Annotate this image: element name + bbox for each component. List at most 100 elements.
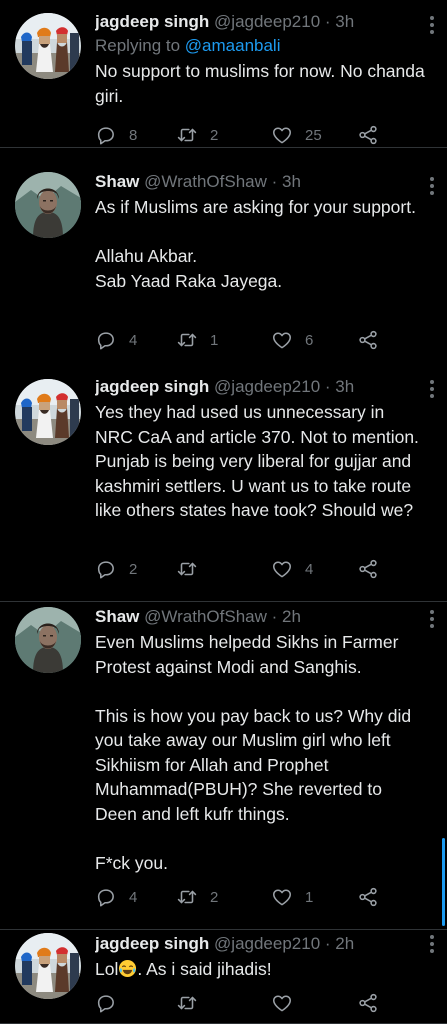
share-icon [359,559,377,579]
author-name[interactable]: jagdeep singh [95,377,209,396]
reply-button[interactable]: 4 [95,883,137,911]
tweet-actions: 4 2 1 [95,883,395,911]
separator: · [266,607,283,626]
tweet-text: As if Muslims are asking for your suppor… [95,197,416,291]
share-icon [359,125,377,145]
like-button[interactable]: 1 [271,883,313,911]
tweet-1[interactable]: jagdeep singh @jagdeep210 · 3h Replying … [0,0,447,148]
share-button[interactable] [357,555,379,583]
avatar-jagdeep[interactable] [15,933,81,999]
reply-button[interactable]: 2 [95,555,137,583]
author-name[interactable]: Shaw [95,172,139,191]
more-options-button[interactable] [425,14,439,36]
tweet-4[interactable]: Shaw @WrathOfShaw · 2h Even Muslims help… [0,602,447,930]
timestamp[interactable]: 3h [335,12,354,31]
retweet-icon [177,890,197,904]
reply-icon [97,561,114,579]
reply-icon [97,889,114,907]
author-handle[interactable]: @WrathOfShaw [144,607,267,626]
author-handle[interactable]: @jagdeep210 [214,377,320,396]
tweet-thread: jagdeep singh @jagdeep210 · 3h Replying … [0,0,447,1024]
avatar-jagdeep[interactable] [15,379,81,445]
face-with-tears-of-joy-emoji [119,959,137,978]
avatar-shaw[interactable] [15,607,81,673]
author-name[interactable]: jagdeep singh [95,934,209,953]
heart-icon [273,995,291,1012]
like-count: 6 [305,331,314,349]
separator: · [320,12,336,31]
heart-icon [273,889,291,906]
separator: · [320,934,336,953]
reply-button[interactable] [95,989,117,1017]
avatar-jagdeep[interactable] [15,13,81,79]
heart-icon [273,332,291,349]
share-icon [359,330,377,350]
reply-button[interactable]: 4 [95,326,137,354]
tweet-2[interactable]: Shaw @WrathOfShaw · 3h As if Muslims are… [0,161,447,369]
tweet-header: jagdeep singh @jagdeep210 · 2h [95,933,427,955]
more-vertical-icon [430,380,434,398]
heart-icon [273,127,291,144]
retweet-icon [177,996,197,1010]
tweet-text: No support to muslims for now. No chanda… [95,61,425,106]
share-icon [359,993,377,1013]
share-button[interactable] [357,326,379,354]
reply-count: 4 [129,331,138,349]
tweet-actions: 2 4 [95,555,395,583]
retweet-button[interactable] [176,555,210,583]
like-button[interactable]: 25 [271,121,322,149]
retweet-button[interactable]: 2 [176,883,218,911]
tweet-text-start: Lol [95,959,119,979]
scrollbar-thumb[interactable] [442,838,445,926]
avatar-shaw[interactable] [15,172,81,238]
more-vertical-icon [430,16,434,34]
tweet-actions [95,989,395,1017]
timestamp[interactable]: 2h [282,607,301,626]
retweet-count: 1 [210,331,219,349]
tweet-actions: 4 1 6 [95,326,395,354]
tweet-text: Lol . As i said jihadis! [95,957,427,982]
timestamp[interactable]: 3h [282,172,301,191]
share-button[interactable] [357,121,379,149]
timestamp[interactable]: 2h [335,934,354,953]
tweet-header: jagdeep singh @jagdeep210 · 3h [95,11,427,33]
more-options-button[interactable] [425,175,439,197]
share-icon [359,887,377,907]
like-count: 1 [305,888,314,906]
tweet-5[interactable]: jagdeep singh @jagdeep210 · 2h Lol . As i… [0,930,447,1024]
retweet-count: 2 [210,888,219,906]
more-options-button[interactable] [425,608,439,630]
tweet-3[interactable]: jagdeep singh @jagdeep210 · 3h Yes they … [0,368,447,602]
timestamp[interactable]: 3h [335,377,354,396]
retweet-button[interactable]: 1 [176,326,218,354]
share-button[interactable] [357,989,379,1017]
more-options-button[interactable] [425,933,439,955]
tweet-actions: 8 2 25 [95,121,395,149]
author-name[interactable]: Shaw [95,607,139,626]
retweet-icon [177,128,197,142]
tweet-header: Shaw @WrathOfShaw · 3h [95,171,427,193]
author-handle[interactable]: @jagdeep210 [214,934,320,953]
like-button[interactable]: 4 [271,555,313,583]
reply-icon [97,127,114,145]
heart-icon [273,561,291,578]
retweet-button[interactable] [176,989,198,1017]
like-button[interactable] [271,989,293,1017]
reply-button[interactable]: 8 [95,121,137,149]
reply-icon [97,332,114,350]
retweet-button[interactable]: 2 [176,121,218,149]
tweet-header: jagdeep singh @jagdeep210 · 3h [95,376,427,398]
tweet-text: Yes they had used us unnecessary in NRC … [95,402,419,520]
like-count: 25 [305,126,322,144]
share-button[interactable] [357,883,379,911]
replying-to-link[interactable]: @amaanbali [185,36,281,55]
tweet-text-end: . As i said jihadis! [137,959,272,979]
author-handle[interactable]: @jagdeep210 [214,12,320,31]
author-handle[interactable]: @WrathOfShaw [144,172,267,191]
replying-to: Replying to @amaanbali [95,35,427,57]
like-button[interactable]: 6 [271,326,313,354]
author-name[interactable]: jagdeep singh [95,12,209,31]
more-vertical-icon [430,177,434,195]
more-vertical-icon [430,935,434,953]
more-options-button[interactable] [425,378,439,400]
